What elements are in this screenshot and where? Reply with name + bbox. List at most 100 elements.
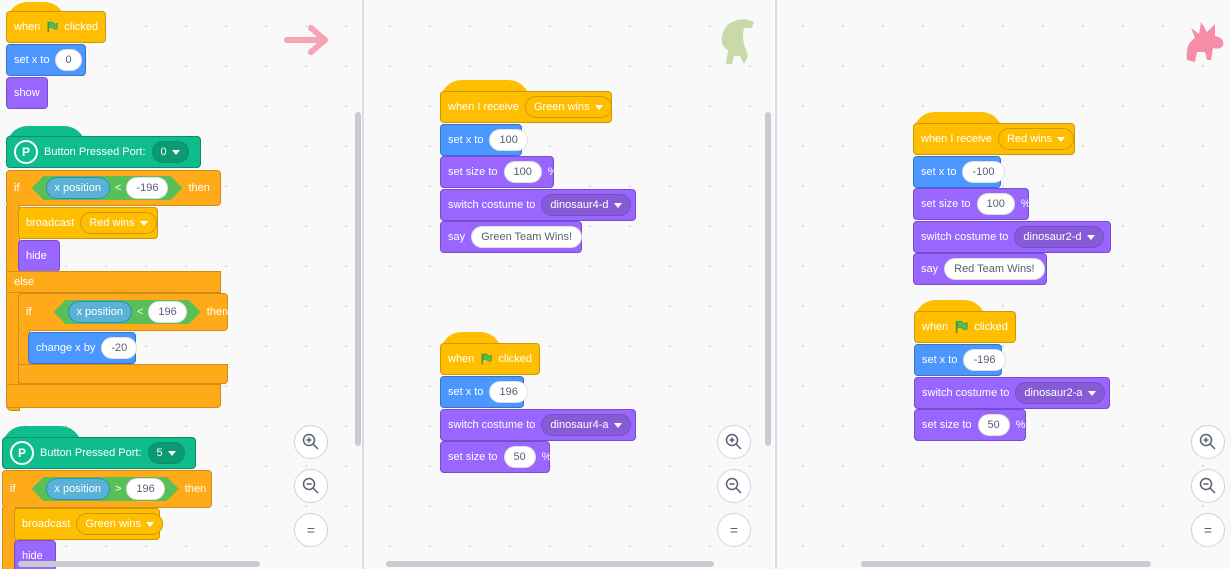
code-area-pane-2[interactable]: when I receive Green wins set x to 100 s…	[364, 0, 774, 569]
say-block[interactable]: say Green Team Wins!	[440, 221, 583, 253]
x-value-input[interactable]: -100	[962, 161, 1005, 183]
say-text-input[interactable]: Red Team Wins!	[944, 258, 1045, 280]
size-value-input[interactable]: 50	[977, 414, 1010, 436]
horizontal-scrollbar[interactable]	[18, 561, 260, 567]
x-value-input[interactable]: 196	[489, 381, 528, 403]
zoom-out-button[interactable]	[1191, 469, 1225, 503]
chevron-down-icon	[613, 202, 622, 208]
vertical-scrollbar[interactable]	[765, 112, 771, 446]
x-value-input[interactable]: 100	[489, 129, 528, 151]
button-pressed-port-block[interactable]: P Button Pressed Port: 0	[6, 136, 201, 168]
set-x-block[interactable]: set x to 196	[440, 376, 528, 408]
horizontal-scrollbar[interactable]	[861, 561, 1151, 567]
when-flag-clicked-block[interactable]: when clicked	[6, 11, 106, 43]
message-dropdown[interactable]: Green wins	[524, 96, 612, 118]
chevron-down-icon	[1086, 234, 1095, 240]
if-block[interactable]: if x position > 196 then	[2, 470, 212, 508]
block-label: say	[921, 263, 939, 275]
pink-dinosaur-sprite-icon	[1186, 22, 1224, 62]
switch-costume-block[interactable]: switch costume to dinosaur2-d	[913, 221, 1111, 253]
block-label: else	[14, 276, 35, 288]
compare-value-input[interactable]: 196	[126, 478, 164, 500]
costume-dropdown[interactable]: dinosaur4-d	[541, 194, 631, 216]
block-label: Button Pressed Port:	[40, 447, 142, 459]
block-label: then	[184, 483, 207, 495]
show-block[interactable]: show	[6, 77, 48, 109]
message-dropdown[interactable]: Red wins	[80, 212, 157, 234]
block-label: switch costume to	[448, 199, 536, 211]
zoom-out-button[interactable]	[294, 469, 328, 503]
compare-value-input[interactable]: -196	[126, 177, 168, 199]
say-text-input[interactable]: Green Team Wins!	[471, 226, 583, 248]
when-flag-clicked-block[interactable]: when clicked	[440, 343, 540, 375]
less-than-operator[interactable]: x position < -196	[32, 176, 183, 200]
pi-extension-icon: P	[10, 441, 34, 465]
set-x-block[interactable]: set x to 0	[6, 44, 86, 76]
x-value-input[interactable]: 0	[55, 49, 82, 71]
change-x-block[interactable]: change x by -20	[28, 332, 138, 364]
code-area-pane-1[interactable]: when clicked set x to 0 show P Button Pr…	[0, 0, 362, 569]
block-label: if	[10, 483, 16, 495]
zoom-reset-button[interactable]: =	[294, 513, 328, 547]
when-i-receive-block[interactable]: when I receive Red wins	[913, 123, 1075, 155]
inner-if-block[interactable]: if x position < 196 then	[18, 293, 228, 331]
block-label: clicked	[498, 353, 532, 365]
x-position-reporter[interactable]: x position	[46, 478, 110, 500]
x-position-reporter[interactable]: x position	[68, 301, 132, 323]
greater-than-operator[interactable]: x position > 196	[32, 477, 179, 501]
costume-dropdown[interactable]: dinosaur2-d	[1014, 226, 1104, 248]
switch-costume-block[interactable]: switch costume to dinosaur2-a	[914, 377, 1110, 409]
x-value-input[interactable]: -196	[963, 349, 1006, 371]
costume-dropdown[interactable]: dinosaur4-a	[541, 414, 631, 436]
hide-block[interactable]: hide	[18, 240, 60, 272]
broadcast-block[interactable]: broadcast Green wins	[14, 508, 163, 540]
x-position-reporter[interactable]: x position	[46, 177, 110, 199]
switch-costume-block[interactable]: switch costume to dinosaur4-a	[440, 409, 636, 441]
set-size-block[interactable]: set size to 100 %	[440, 156, 558, 188]
zoom-in-icon	[302, 433, 319, 450]
zoom-in-button[interactable]	[294, 425, 328, 459]
block-label: switch costume to	[922, 387, 1010, 399]
set-x-block[interactable]: set x to -100	[913, 156, 1005, 188]
set-size-block[interactable]: set size to 50 %	[914, 409, 1026, 441]
block-label: if	[26, 306, 32, 318]
block-label: hide	[26, 250, 47, 262]
vertical-scrollbar[interactable]	[355, 112, 361, 446]
costume-dropdown[interactable]: dinosaur2-a	[1015, 382, 1105, 404]
broadcast-block[interactable]: broadcast Red wins	[18, 207, 158, 239]
size-value-input[interactable]: 100	[976, 193, 1015, 215]
zoom-in-button[interactable]	[717, 425, 751, 459]
zoom-out-icon	[1199, 477, 1216, 494]
set-x-block[interactable]: set x to 100	[440, 124, 528, 156]
say-block[interactable]: say Red Team Wins!	[913, 253, 1047, 285]
size-value-input[interactable]: 100	[503, 161, 542, 183]
code-area-pane-3[interactable]: when I receive Red wins set x to -100 se…	[777, 0, 1231, 569]
size-value-input[interactable]: 50	[503, 446, 536, 468]
set-size-block[interactable]: set size to 50 %	[440, 441, 552, 473]
when-flag-clicked-block[interactable]: when clicked	[914, 311, 1016, 343]
chevron-down-icon	[1087, 390, 1096, 396]
port-dropdown[interactable]: 0	[151, 141, 189, 163]
button-pressed-port-block[interactable]: P Button Pressed Port: 5	[2, 437, 196, 469]
zoom-out-button[interactable]	[717, 469, 751, 503]
zoom-in-button[interactable]	[1191, 425, 1225, 459]
block-label: when	[14, 21, 41, 33]
change-value-input[interactable]: -20	[101, 337, 138, 359]
compare-value-input[interactable]: 196	[148, 301, 186, 323]
less-than-operator[interactable]: x position < 196	[54, 300, 201, 324]
block-label: set size to	[448, 451, 498, 463]
switch-costume-block[interactable]: switch costume to dinosaur4-d	[440, 189, 636, 221]
block-label: switch costume to	[448, 419, 536, 431]
zoom-reset-button[interactable]: =	[717, 513, 751, 547]
set-size-block[interactable]: set size to 100 %	[913, 188, 1031, 220]
zoom-reset-button[interactable]: =	[1191, 513, 1225, 547]
if-else-block[interactable]: if x position < -196 then	[6, 170, 221, 206]
block-label: change x by	[36, 342, 96, 354]
set-x-block[interactable]: set x to -196	[914, 344, 1006, 376]
block-label: broadcast	[22, 518, 71, 530]
port-dropdown[interactable]: 5	[147, 442, 185, 464]
message-dropdown[interactable]: Red wins	[997, 128, 1075, 150]
when-i-receive-block[interactable]: when I receive Green wins	[440, 91, 612, 123]
horizontal-scrollbar[interactable]	[386, 561, 714, 567]
message-dropdown[interactable]: Green wins	[76, 513, 163, 535]
